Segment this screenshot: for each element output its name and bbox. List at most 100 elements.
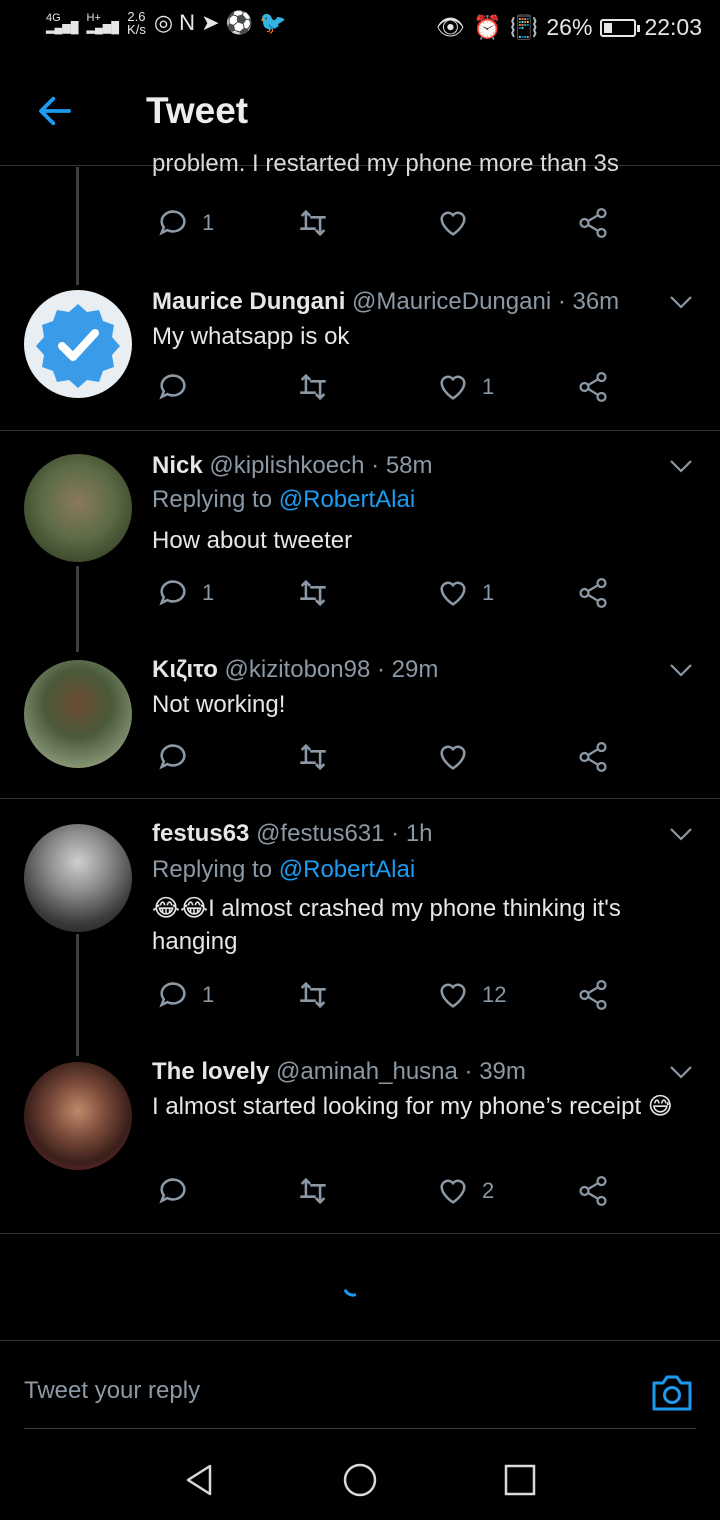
tweet[interactable]: festus63 @festus631 · 1h Replying to @Ro…: [0, 814, 720, 1044]
replying-to: Replying to @RobertAlai: [152, 486, 416, 513]
divider: [0, 430, 720, 431]
reply-icon: [159, 374, 186, 400]
share-button[interactable]: [576, 576, 610, 610]
tweet-text: My whatsapp is ok: [152, 323, 350, 350]
chevron-down-icon[interactable]: [668, 662, 694, 678]
reply-composer[interactable]: Tweet your reply: [0, 1340, 720, 1430]
display-name[interactable]: Maurice Dungani: [152, 288, 345, 315]
eye-icon: 👁: [435, 14, 466, 40]
divider: [0, 1233, 720, 1234]
like-button[interactable]: 1: [436, 576, 494, 610]
share-icon: [579, 577, 607, 609]
share-button[interactable]: [576, 370, 610, 404]
share-button[interactable]: [576, 978, 610, 1012]
chevron-down-icon[interactable]: [668, 294, 694, 310]
tweet-actions: 2: [152, 1174, 622, 1214]
tweet-text: I almost started looking for my phone’s …: [152, 1093, 673, 1120]
tweet-time: · 29m: [376, 656, 439, 683]
battery-percent: 26%: [546, 14, 593, 40]
retweet-button[interactable]: [296, 206, 330, 240]
mention-link[interactable]: @RobertAlai: [279, 856, 415, 883]
chevron-down-icon[interactable]: [668, 458, 694, 474]
avatar[interactable]: [24, 1062, 132, 1170]
tweet-time: · 36m: [557, 288, 620, 315]
page-title: Tweet: [146, 90, 249, 131]
display-name[interactable]: Nick: [152, 452, 203, 479]
tweet-header: Nick @kiplishkoech · 58m: [152, 452, 433, 480]
nav-recents-icon[interactable]: [502, 1462, 538, 1498]
tweet-time: · 58m: [371, 452, 433, 479]
loading-spinner-icon: [343, 1286, 357, 1300]
like-button[interactable]: 1: [436, 370, 494, 404]
tweet[interactable]: Maurice Dungani @MauriceDungani · 36m My…: [0, 280, 720, 430]
tweet[interactable]: The lovely @aminah_husna · 39m I almost …: [0, 1052, 720, 1232]
reply-button[interactable]: [156, 740, 202, 774]
signal-4g-icon: 4G ▂▄▆█: [46, 12, 79, 34]
camera-icon[interactable]: [650, 1371, 694, 1413]
android-nav-bar: [0, 1440, 720, 1520]
alarm-icon: ⏰: [473, 14, 502, 40]
retweet-button[interactable]: [296, 978, 330, 1012]
reply-button[interactable]: [156, 1174, 202, 1208]
like-button[interactable]: [436, 206, 470, 240]
user-handle: @MauriceDungani: [352, 288, 552, 315]
reply-input[interactable]: Tweet your reply: [24, 1377, 200, 1405]
heart-icon: [440, 211, 466, 236]
user-handle: @aminah_husna: [276, 1058, 458, 1085]
like-button[interactable]: 12: [436, 978, 506, 1012]
tweet[interactable]: Κιζιτο @kizitobon98 · 29m Not working!: [0, 650, 720, 798]
tweet-text-partial: problem. I restarted my phone more than …: [152, 150, 619, 177]
vibrate-icon: 📳: [509, 14, 539, 40]
display-name[interactable]: The lovely: [152, 1058, 269, 1085]
chevron-down-icon[interactable]: [668, 826, 694, 842]
nav-home-icon[interactable]: [342, 1462, 378, 1498]
heart-icon: [440, 1179, 466, 1204]
clock: 22:03: [644, 14, 702, 40]
tweet-actions: 1: [152, 370, 622, 410]
share-button[interactable]: [576, 1174, 610, 1208]
reply-button[interactable]: 1: [156, 978, 214, 1012]
share-button[interactable]: [576, 206, 610, 240]
avatar[interactable]: [24, 454, 132, 562]
mention-link[interactable]: @RobertAlai: [279, 486, 415, 513]
tweet-text: How about tweeter: [152, 527, 353, 554]
battery-icon: [600, 18, 641, 37]
share-icon: [579, 371, 607, 403]
display-name[interactable]: festus63: [152, 820, 249, 847]
retweet-icon: [300, 373, 326, 401]
tweet-header: The lovely @aminah_husna · 39m: [152, 1058, 526, 1086]
nav-back-icon[interactable]: [182, 1462, 218, 1498]
reply-button[interactable]: 1: [156, 576, 214, 610]
display-name[interactable]: Κιζιτο: [152, 656, 218, 683]
like-button[interactable]: [436, 740, 482, 774]
tweet-header: Κιζιτο @kizitobon98 · 29m: [152, 656, 438, 684]
divider: [0, 798, 720, 799]
share-icon: [579, 979, 607, 1011]
retweet-button[interactable]: [296, 576, 330, 610]
status-bar: 4G ▂▄▆█ H+ ▂▄▆█ 2.6 K/s ◎ N ➤ ⚽ 🐦 👁 ⏰ 📳 26%…: [0, 0, 720, 56]
tweet[interactable]: Nick @kiplishkoech · 58m Replying to @Ro…: [0, 444, 720, 644]
retweet-button[interactable]: [296, 1174, 330, 1208]
notification-icons: ◎ N ➤ ⚽ 🐦: [153, 10, 287, 35]
reply-icon: [159, 982, 186, 1008]
reply-button[interactable]: [156, 370, 202, 404]
heart-icon: [440, 983, 466, 1008]
retweet-icon: [300, 743, 326, 771]
avatar-verified[interactable]: [24, 290, 132, 398]
retweet-button[interactable]: [296, 740, 330, 774]
user-handle: @kizitobon98: [224, 656, 371, 683]
retweet-button[interactable]: [296, 370, 330, 404]
network-speed: 2.6 K/s: [127, 9, 146, 37]
signal-hplus-icon: H+ ▂▄▆█: [86, 12, 120, 34]
like-button[interactable]: 2: [436, 1174, 494, 1208]
tweet-text: 😂😂I almost crashed my phone thinking it'…: [152, 895, 621, 955]
back-arrow-icon[interactable]: [34, 90, 76, 132]
avatar[interactable]: [24, 824, 132, 932]
tweet-text: Not working!: [152, 691, 286, 718]
share-button[interactable]: [576, 740, 610, 774]
chevron-down-icon[interactable]: [668, 1064, 694, 1080]
reply-icon: [159, 1178, 186, 1204]
reply-button[interactable]: 1: [156, 206, 214, 240]
avatar[interactable]: [24, 660, 132, 768]
divider: [24, 1428, 696, 1429]
